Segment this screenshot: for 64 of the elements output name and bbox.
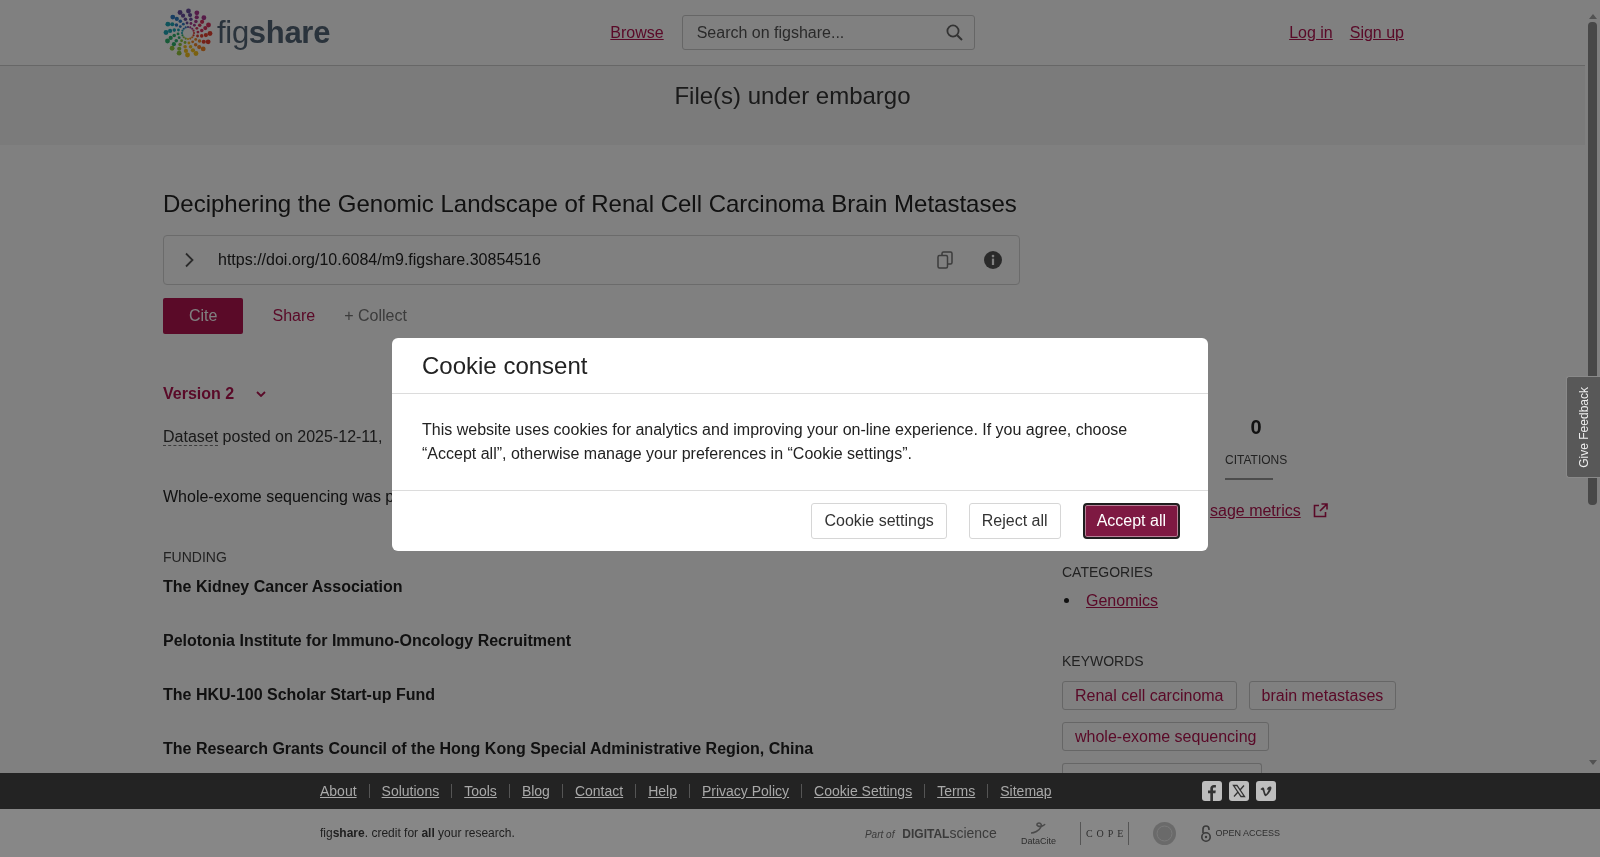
feedback-tab[interactable]: Give Feedback [1566, 376, 1600, 478]
section-heading: KEYWORDS [1062, 653, 1144, 669]
footer-link[interactable]: Terms [937, 783, 976, 799]
partner-logo[interactable]: DataCite [1020, 835, 1056, 846]
section-heading: FUNDING [163, 549, 227, 565]
footer-link[interactable]: Tools [464, 783, 497, 799]
vimeo-icon[interactable] [1256, 781, 1276, 801]
search-field[interactable]: Search on figshare... [681, 15, 975, 50]
external-link-icon[interactable] [1312, 503, 1328, 518]
keyword-tag[interactable]: Renal cell carcinoma [1062, 681, 1237, 710]
accept-all-button[interactable]: Accept all [1082, 503, 1180, 539]
copy-icon[interactable] [937, 251, 953, 269]
funder-name: The Kidney Cancer Association [163, 577, 403, 596]
partner-logo[interactable]: COPE [1079, 821, 1130, 845]
stat-value: 0 [1250, 415, 1262, 439]
dialog-message: This website uses cookies for analytics and improving your on-line experience. If you agree, choose “Accept all”, otherwise manage your preferences in “Cookie settings”. [421, 420, 1129, 464]
doi-link[interactable]: https://doi.org/10.6084/m9.figshare.30854516 [218, 251, 937, 269]
partner-logo[interactable]: OPEN ACCESS [1215, 828, 1280, 838]
footer-link[interactable]: Sitemap [1000, 783, 1052, 799]
account-link[interactable]: Log in [1289, 23, 1333, 42]
dialog-title: Cookie consent [422, 352, 588, 380]
item-type-label: Dataset [163, 428, 219, 446]
swoosh-icon [1029, 820, 1048, 835]
chevron-right-icon[interactable] [183, 252, 195, 268]
version-dropdown[interactable]: Version 2 [163, 384, 267, 404]
logo-wordmark[interactable]: figshare [217, 17, 331, 48]
posted-date-text: posted on 2025-12-11, [222, 428, 383, 445]
stat-label[interactable]: CITATIONS [1225, 453, 1288, 467]
caret-down-icon [256, 391, 267, 397]
reject-all-button[interactable]: Reject all [968, 503, 1061, 539]
footer-link[interactable]: Privacy Policy [701, 783, 790, 799]
footer-link[interactable]: Contact [574, 783, 624, 799]
info-icon[interactable] [984, 251, 1002, 269]
footer-link[interactable]: Cookie Settings [814, 783, 913, 799]
triangle-down-icon[interactable] [1588, 760, 1597, 765]
footer-link[interactable]: Solutions [381, 783, 440, 799]
share-button[interactable]: Share [272, 307, 316, 325]
bullet-icon [1064, 598, 1069, 603]
footer-link[interactable]: About [320, 783, 357, 799]
footer-tagline: figshare. credit for all your research. [320, 826, 515, 840]
x-logo-icon[interactable] [1229, 781, 1249, 801]
search-icon[interactable] [945, 24, 963, 41]
footer-link[interactable]: Blog [521, 783, 550, 799]
funder-name: Pelotonia Institute for Immuno-Oncology Recruitment [163, 631, 571, 650]
usage-metrics-link[interactable]: sage metrics [1210, 501, 1301, 520]
category-link[interactable]: Genomics [1086, 591, 1159, 610]
section-heading: CATEGORIES [1062, 564, 1153, 580]
keyword-tag[interactable]: whole-exome sequencing [1062, 722, 1270, 751]
embargo-notice: File(s) under embargo [674, 82, 911, 109]
browse-link[interactable]: Browse [610, 23, 664, 42]
account-link[interactable]: Sign up [1349, 23, 1404, 42]
partner-logo[interactable]: Part of DIGITALscience [864, 825, 997, 841]
cookie-settings-button[interactable]: Cookie settings [811, 503, 947, 539]
triangle-up-icon[interactable] [1588, 14, 1597, 19]
item-title: Deciphering the Genomic Landscape of Renal Cell Carcinoma Brain Metastases [163, 189, 1017, 218]
logo-icon[interactable] [163, 7, 213, 58]
open-lock-icon [1200, 824, 1213, 842]
facebook-icon[interactable] [1202, 781, 1222, 801]
cite-button[interactable]: Cite [163, 298, 244, 334]
keyword-tag[interactable]: brain metastases [1248, 681, 1397, 710]
footer-link[interactable]: Help [648, 783, 677, 799]
collect-button[interactable]: + Collect [344, 307, 407, 325]
funder-name: The Research Grants Council of the Hong Kong Special Administrative Region, China [163, 739, 814, 758]
funder-name: The HKU-100 Scholar Start-up Fund [163, 685, 436, 704]
